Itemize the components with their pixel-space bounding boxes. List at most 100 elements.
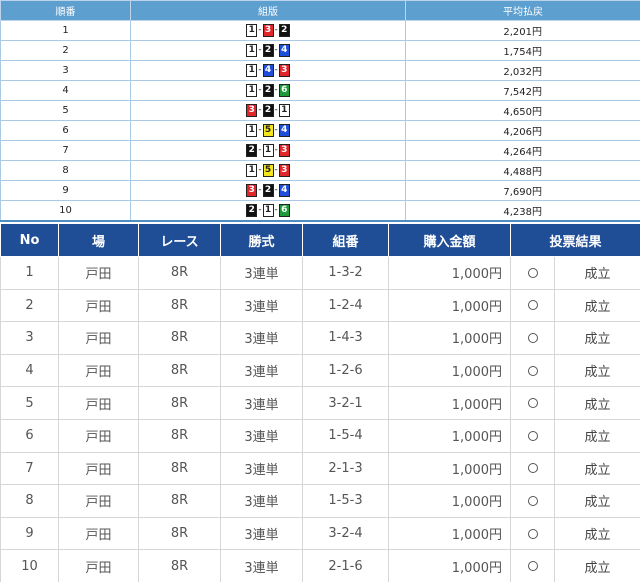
boat-number-badge: 2: [262, 84, 274, 97]
payout-row: 1 1-3-2 2,201円: [0, 20, 640, 41]
bet-type: 3連単: [220, 353, 303, 388]
payout-combination: 2-1-6: [130, 200, 406, 222]
bet-row: 2 戸田 8R 3連単 1-2-4 1,000円 成立: [0, 288, 640, 323]
bet-type: 3連単: [220, 451, 303, 486]
bet-combination: 3-2-4: [302, 516, 389, 551]
combination-separator: -: [274, 45, 278, 55]
bet-amount: 1,000円: [388, 549, 511, 582]
payout-row: 10 2-1-6 4,238円: [0, 200, 640, 222]
bet-no: 3: [0, 321, 59, 355]
bet-row: 4 戸田 8R 3連単 1-2-6 1,000円 成立: [0, 353, 640, 388]
boat-number-badge: 2: [262, 104, 274, 117]
boat-number-badge: 4: [278, 44, 290, 57]
bet-race: 8R: [138, 386, 221, 420]
bet-amount: 1,000円: [388, 451, 511, 486]
boat-combination: 3-2-4: [246, 184, 290, 197]
boat-combination: 1-5-3: [246, 164, 290, 177]
combination-separator: -: [258, 105, 262, 115]
bet-venue: 戸田: [58, 256, 139, 290]
combination-separator: -: [274, 105, 278, 115]
header-venue: 場: [58, 223, 139, 257]
payout-rank: 7: [0, 140, 131, 161]
payout-table-header: 順番 組版 平均払戻: [0, 0, 640, 21]
bet-no: 9: [0, 516, 59, 551]
payout-row: 9 3-2-4 7,690円: [0, 180, 640, 201]
payout-amount: 1,754円: [405, 40, 640, 61]
boat-number-badge: 1: [246, 64, 258, 77]
circle-mark-icon: [527, 365, 538, 376]
bet-amount: 1,000円: [388, 353, 511, 388]
bet-race: 8R: [138, 418, 221, 453]
circle-mark-icon: [527, 528, 538, 539]
bet-result-status: 成立: [553, 484, 640, 518]
combination-separator: -: [258, 204, 262, 215]
combination-separator: -: [258, 45, 262, 55]
bet-amount: 1,000円: [388, 288, 511, 323]
bet-combination: 1-2-4: [302, 288, 389, 323]
payout-amount: 4,488円: [405, 160, 640, 181]
bet-result-mark: [510, 418, 555, 453]
boat-number-badge: 6: [278, 203, 290, 217]
payout-combination: 3-2-1: [130, 100, 406, 121]
bet-result-status: 成立: [553, 353, 640, 388]
boat-number-badge: 2: [262, 184, 274, 197]
payout-rank: 5: [0, 100, 131, 121]
boat-number-badge: 3: [262, 24, 274, 37]
bet-race: 8R: [138, 321, 221, 355]
boat-number-badge: 3: [246, 184, 258, 197]
bet-result-status: 成立: [553, 256, 640, 290]
payout-row: 3 1-4-3 2,032円: [0, 60, 640, 81]
circle-mark-icon: [527, 332, 538, 343]
boat-number-badge: 2: [246, 144, 258, 157]
boat-number-badge: 3: [246, 104, 258, 117]
header-result: 投票結果: [509, 223, 640, 257]
combination-separator: -: [274, 85, 278, 95]
payout-rank: 4: [0, 80, 131, 101]
payout-combination: 3-2-4: [130, 180, 406, 201]
bet-venue: 戸田: [58, 353, 139, 388]
circle-mark-icon: [527, 430, 538, 441]
payout-amount: 7,542円: [405, 80, 640, 101]
bet-venue: 戸田: [58, 516, 139, 551]
bet-combination: 1-4-3: [302, 321, 389, 355]
bet-no: 7: [0, 451, 59, 486]
boat-number-badge: 4: [278, 184, 290, 197]
payout-row: 5 3-2-1 4,650円: [0, 100, 640, 121]
boat-number-badge: 1: [262, 144, 274, 157]
bet-no: 2: [0, 288, 59, 323]
bet-race: 8R: [138, 288, 221, 323]
payout-amount: 2,201円: [405, 20, 640, 41]
bet-row: 8 戸田 8R 3連単 1-5-3 1,000円 成立: [0, 484, 640, 518]
header-rank: 順番: [0, 0, 131, 21]
bet-row: 7 戸田 8R 3連単 2-1-3 1,000円 成立: [0, 451, 640, 486]
bet-type: 3連単: [220, 418, 303, 453]
circle-mark-icon: [527, 463, 538, 474]
circle-mark-icon: [527, 561, 538, 572]
payout-rank: 1: [0, 20, 131, 41]
bet-no: 4: [0, 353, 59, 388]
bet-venue: 戸田: [58, 288, 139, 323]
bet-no: 5: [0, 386, 59, 420]
bet-result-mark: [510, 386, 555, 420]
circle-mark-icon: [527, 495, 538, 506]
bet-amount: 1,000円: [388, 418, 511, 453]
bet-result-status: 成立: [553, 451, 640, 486]
bet-result-status: 成立: [553, 549, 640, 582]
header-bet-type: 勝式: [220, 223, 303, 257]
payout-rank: 3: [0, 60, 131, 81]
boat-number-badge: 5: [262, 164, 274, 177]
combination-separator: -: [258, 65, 262, 75]
combination-separator: -: [258, 25, 262, 35]
payout-row: 2 1-2-4 1,754円: [0, 40, 640, 61]
payout-amount: 7,690円: [405, 180, 640, 201]
payout-rank: 10: [0, 200, 131, 222]
payout-combination: 2-1-3: [130, 140, 406, 161]
payout-table: 順番 組版 平均払戻 1 1-3-2 2,201円 2 1-2-4 1,754円 3 1-4-…: [0, 0, 640, 222]
bet-type: 3連単: [220, 256, 303, 290]
bet-race: 8R: [138, 353, 221, 388]
bet-amount: 1,000円: [388, 386, 511, 420]
payout-amount: 4,264円: [405, 140, 640, 161]
boat-combination: 1-4-3: [246, 64, 290, 77]
bet-combination: 1-5-4: [302, 418, 389, 453]
boat-number-badge: 1: [246, 84, 258, 97]
